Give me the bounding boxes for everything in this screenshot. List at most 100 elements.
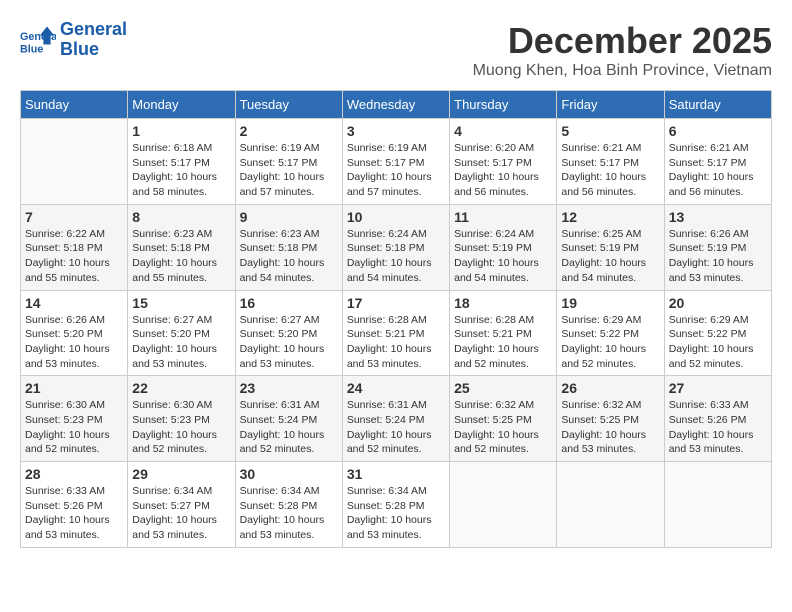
day-number: 22 xyxy=(132,380,230,396)
day-info: Sunrise: 6:24 AMSunset: 5:19 PMDaylight:… xyxy=(454,227,552,286)
calendar-cell xyxy=(557,462,664,548)
calendar-cell: 18 Sunrise: 6:28 AMSunset: 5:21 PMDayligh… xyxy=(450,290,557,376)
day-number: 27 xyxy=(669,380,767,396)
logo: General Blue General Blue xyxy=(20,20,127,60)
calendar-cell xyxy=(664,462,771,548)
day-number: 13 xyxy=(669,209,767,225)
day-info: Sunrise: 6:19 AMSunset: 5:17 PMDaylight:… xyxy=(347,141,445,200)
calendar-cell: 30 Sunrise: 6:34 AMSunset: 5:28 PMDayligh… xyxy=(235,462,342,548)
day-number: 15 xyxy=(132,295,230,311)
day-info: Sunrise: 6:25 AMSunset: 5:19 PMDaylight:… xyxy=(561,227,659,286)
calendar-cell: 9 Sunrise: 6:23 AMSunset: 5:18 PMDaylight… xyxy=(235,204,342,290)
day-info: Sunrise: 6:26 AMSunset: 5:20 PMDaylight:… xyxy=(25,313,123,372)
calendar-cell: 26Sunrise: 6:32 AMSunset: 5:25 PMDayligh… xyxy=(557,376,664,462)
logo-line2: Blue xyxy=(60,39,99,59)
weekday-header-row: SundayMondayTuesdayWednesdayThursdayFrid… xyxy=(21,91,772,119)
day-number: 12 xyxy=(561,209,659,225)
calendar-table: SundayMondayTuesdayWednesdayThursdayFrid… xyxy=(20,90,772,548)
day-info: Sunrise: 6:34 AMSunset: 5:28 PMDaylight:… xyxy=(240,484,338,543)
day-info: Sunrise: 6:28 AMSunset: 5:21 PMDaylight:… xyxy=(347,313,445,372)
day-number: 28 xyxy=(25,466,123,482)
day-number: 21 xyxy=(25,380,123,396)
day-info: Sunrise: 6:34 AMSunset: 5:27 PMDaylight:… xyxy=(132,484,230,543)
calendar-cell: 6Sunrise: 6:21 AMSunset: 5:17 PMDaylight… xyxy=(664,119,771,205)
location: Muong Khen, Hoa Binh Province, Vietnam xyxy=(473,62,772,80)
calendar-cell: 24Sunrise: 6:31 AMSunset: 5:24 PMDayligh… xyxy=(342,376,449,462)
day-number: 11 xyxy=(454,209,552,225)
calendar-cell: 19 Sunrise: 6:29 AMSunset: 5:22 PMDayligh… xyxy=(557,290,664,376)
day-info: Sunrise: 6:30 AMSunset: 5:23 PMDaylight:… xyxy=(25,398,123,457)
calendar-cell: 15 Sunrise: 6:27 AMSunset: 5:20 PMDayligh… xyxy=(128,290,235,376)
day-info: Sunrise: 6:33 AMSunset: 5:26 PMDaylight:… xyxy=(669,398,767,457)
calendar-cell: 27 Sunrise: 6:33 AMSunset: 5:26 PMDayligh… xyxy=(664,376,771,462)
day-info: Sunrise: 6:26 AMSunset: 5:19 PMDaylight:… xyxy=(669,227,767,286)
day-number: 31 xyxy=(347,466,445,482)
header-right: December 2025 Muong Khen, Hoa Binh Provi… xyxy=(473,20,772,80)
day-info: Sunrise: 6:31 AMSunset: 5:24 PMDaylight:… xyxy=(240,398,338,457)
day-info: Sunrise: 6:28 AMSunset: 5:21 PMDaylight:… xyxy=(454,313,552,372)
calendar-cell: 20 Sunrise: 6:29 AMSunset: 5:22 PMDayligh… xyxy=(664,290,771,376)
day-number: 8 xyxy=(132,209,230,225)
month-title: December 2025 xyxy=(473,20,772,62)
calendar-cell: 7 Sunrise: 6:22 AMSunset: 5:18 PMDaylight… xyxy=(21,204,128,290)
day-info: Sunrise: 6:34 AMSunset: 5:28 PMDaylight:… xyxy=(347,484,445,543)
calendar-cell: 17 Sunrise: 6:28 AMSunset: 5:21 PMDayligh… xyxy=(342,290,449,376)
day-info: Sunrise: 6:20 AMSunset: 5:17 PMDaylight:… xyxy=(454,141,552,200)
day-number: 14 xyxy=(25,295,123,311)
day-number: 18 xyxy=(454,295,552,311)
calendar-cell: 28Sunrise: 6:33 AMSunset: 5:26 PMDayligh… xyxy=(21,462,128,548)
calendar-cell: 25 Sunrise: 6:32 AMSunset: 5:25 PMDayligh… xyxy=(450,376,557,462)
day-info: Sunrise: 6:29 AMSunset: 5:22 PMDaylight:… xyxy=(669,313,767,372)
calendar-cell: 21 Sunrise: 6:30 AMSunset: 5:23 PMDayligh… xyxy=(21,376,128,462)
calendar-cell: 10Sunrise: 6:24 AMSunset: 5:18 PMDayligh… xyxy=(342,204,449,290)
day-info: Sunrise: 6:30 AMSunset: 5:23 PMDaylight:… xyxy=(132,398,230,457)
day-number: 2 xyxy=(240,123,338,139)
day-number: 17 xyxy=(347,295,445,311)
logo-icon: General Blue xyxy=(20,22,56,58)
day-number: 16 xyxy=(240,295,338,311)
day-info: Sunrise: 6:18 AMSunset: 5:17 PMDaylight:… xyxy=(132,141,230,200)
svg-text:Blue: Blue xyxy=(20,43,43,55)
day-info: Sunrise: 6:19 AMSunset: 5:17 PMDaylight:… xyxy=(240,141,338,200)
day-number: 29 xyxy=(132,466,230,482)
calendar-cell: 13 Sunrise: 6:26 AMSunset: 5:19 PMDayligh… xyxy=(664,204,771,290)
calendar-cell xyxy=(21,119,128,205)
calendar-cell: 12 Sunrise: 6:25 AMSunset: 5:19 PMDayligh… xyxy=(557,204,664,290)
day-info: Sunrise: 6:31 AMSunset: 5:24 PMDaylight:… xyxy=(347,398,445,457)
weekday-header-thursday: Thursday xyxy=(450,91,557,119)
calendar-cell: 4 Sunrise: 6:20 AMSunset: 5:17 PMDaylight… xyxy=(450,119,557,205)
day-info: Sunrise: 6:32 AMSunset: 5:25 PMDaylight:… xyxy=(454,398,552,457)
weekday-header-sunday: Sunday xyxy=(21,91,128,119)
calendar-cell: 8 Sunrise: 6:23 AMSunset: 5:18 PMDaylight… xyxy=(128,204,235,290)
day-number: 25 xyxy=(454,380,552,396)
day-number: 19 xyxy=(561,295,659,311)
calendar-cell: 14 Sunrise: 6:26 AMSunset: 5:20 PMDayligh… xyxy=(21,290,128,376)
day-info: Sunrise: 6:27 AMSunset: 5:20 PMDaylight:… xyxy=(132,313,230,372)
day-number: 4 xyxy=(454,123,552,139)
day-info: Sunrise: 6:23 AMSunset: 5:18 PMDaylight:… xyxy=(132,227,230,286)
day-number: 20 xyxy=(669,295,767,311)
top-section: General Blue General Blue December 2025 … xyxy=(20,20,772,80)
calendar-week-4: 21 Sunrise: 6:30 AMSunset: 5:23 PMDayligh… xyxy=(21,376,772,462)
calendar-cell: 16Sunrise: 6:27 AMSunset: 5:20 PMDayligh… xyxy=(235,290,342,376)
calendar-cell: 29 Sunrise: 6:34 AMSunset: 5:27 PMDayligh… xyxy=(128,462,235,548)
calendar-cell: 31 Sunrise: 6:34 AMSunset: 5:28 PMDayligh… xyxy=(342,462,449,548)
day-number: 30 xyxy=(240,466,338,482)
day-number: 3 xyxy=(347,123,445,139)
day-number: 23 xyxy=(240,380,338,396)
calendar-cell: 11 Sunrise: 6:24 AMSunset: 5:19 PMDayligh… xyxy=(450,204,557,290)
calendar-week-2: 7 Sunrise: 6:22 AMSunset: 5:18 PMDaylight… xyxy=(21,204,772,290)
day-info: Sunrise: 6:22 AMSunset: 5:18 PMDaylight:… xyxy=(25,227,123,286)
weekday-header-monday: Monday xyxy=(128,91,235,119)
calendar-cell: 22 Sunrise: 6:30 AMSunset: 5:23 PMDayligh… xyxy=(128,376,235,462)
logo-text: General Blue xyxy=(60,20,127,60)
calendar-body: 1 Sunrise: 6:18 AMSunset: 5:17 PMDaylight… xyxy=(21,119,772,548)
day-number: 7 xyxy=(25,209,123,225)
day-info: Sunrise: 6:29 AMSunset: 5:22 PMDaylight:… xyxy=(561,313,659,372)
day-number: 10 xyxy=(347,209,445,225)
weekday-header-friday: Friday xyxy=(557,91,664,119)
day-number: 1 xyxy=(132,123,230,139)
day-info: Sunrise: 6:23 AMSunset: 5:18 PMDaylight:… xyxy=(240,227,338,286)
day-number: 9 xyxy=(240,209,338,225)
day-number: 5 xyxy=(561,123,659,139)
